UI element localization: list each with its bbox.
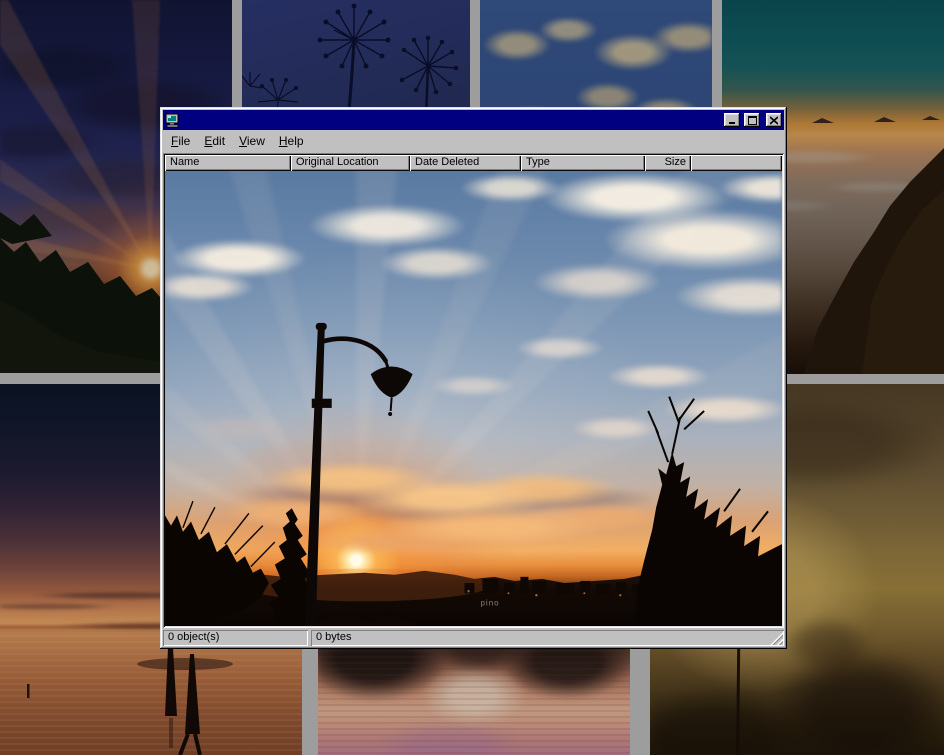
maximize-button[interactable] bbox=[744, 113, 760, 127]
menu-view[interactable]: View bbox=[232, 132, 272, 150]
maximize-icon bbox=[748, 116, 757, 125]
explorer-window: File Edit View Help bbox=[160, 107, 787, 649]
column-header-size[interactable]: Size bbox=[645, 155, 691, 171]
list-view[interactable]: pino bbox=[163, 153, 784, 628]
status-byte-count: 0 bytes bbox=[311, 630, 784, 646]
column-header-date-deleted[interactable]: Date Deleted bbox=[410, 155, 521, 171]
photo-sign-text: pino bbox=[480, 598, 499, 607]
column-header-name[interactable]: Name bbox=[165, 155, 291, 171]
ripples bbox=[318, 644, 630, 755]
computer-icon[interactable] bbox=[165, 113, 181, 128]
silhouettes: pino bbox=[165, 155, 782, 626]
lamp-head bbox=[371, 366, 413, 397]
menu-file[interactable]: File bbox=[164, 132, 197, 150]
minimize-icon bbox=[728, 116, 736, 125]
menu-bar: File Edit View Help bbox=[163, 130, 784, 153]
right-tree-mass bbox=[634, 397, 782, 626]
status-bar: 0 object(s) 0 bytes bbox=[163, 630, 784, 646]
titlebar[interactable] bbox=[163, 110, 784, 130]
status-object-count: 0 object(s) bbox=[163, 630, 308, 646]
column-header-original-location[interactable]: Original Location bbox=[291, 155, 410, 171]
sunset-photo: pino bbox=[165, 155, 782, 626]
menu-help[interactable]: Help bbox=[272, 132, 311, 150]
column-headers: Name Original Location Date Deleted Type… bbox=[165, 155, 782, 171]
close-icon bbox=[770, 116, 778, 125]
close-button[interactable] bbox=[766, 113, 782, 127]
menu-edit[interactable]: Edit bbox=[197, 132, 232, 150]
column-header-type[interactable]: Type bbox=[521, 155, 645, 171]
column-header-filler bbox=[691, 155, 782, 171]
minimize-button[interactable] bbox=[724, 113, 740, 127]
